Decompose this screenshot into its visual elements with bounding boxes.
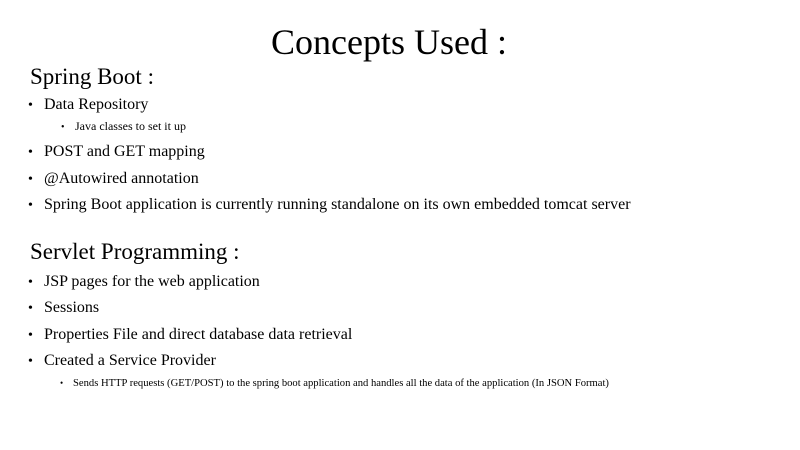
sub-list-item: • Sends HTTP requests (GET/POST) to the s… bbox=[60, 375, 609, 392]
bullet-icon: • bbox=[61, 122, 65, 133]
slide-title: Concepts Used : bbox=[271, 22, 507, 62]
sub-list-item-text: Java classes to set it up bbox=[75, 119, 186, 133]
bullet-icon: • bbox=[28, 145, 33, 160]
list-item: • Properties File and direct database dat… bbox=[28, 325, 352, 346]
list-item-text: @Autowired annotation bbox=[44, 170, 199, 187]
sub-list-item-text: Sends HTTP requests (GET/POST) to the sp… bbox=[73, 378, 609, 389]
bullet-icon: • bbox=[28, 328, 33, 343]
bullet-icon: • bbox=[28, 275, 33, 290]
list-item-text: Spring Boot application is currently run… bbox=[44, 196, 631, 213]
list-item-text: JSP pages for the web application bbox=[44, 273, 260, 290]
list-item-text: Created a Service Provider bbox=[44, 352, 216, 369]
bullet-icon: • bbox=[28, 98, 33, 113]
list-item: • Data Repository bbox=[28, 95, 148, 116]
bullet-icon: • bbox=[28, 198, 33, 213]
bullet-icon: • bbox=[28, 172, 33, 187]
list-item-text: Data Repository bbox=[44, 96, 149, 113]
section-heading-servlet-programming: Servlet Programming : bbox=[30, 239, 240, 264]
bullet-icon: • bbox=[28, 354, 33, 369]
slide: Concepts Used : Spring Boot : • Data Repo… bbox=[0, 0, 800, 450]
list-item-text: POST and GET mapping bbox=[44, 143, 205, 160]
bullet-icon: • bbox=[60, 378, 64, 388]
list-item: • POST and GET mapping bbox=[28, 142, 205, 163]
bullet-icon: • bbox=[28, 301, 33, 316]
section-heading-spring-boot: Spring Boot : bbox=[30, 64, 154, 89]
list-item: • JSP pages for the web application bbox=[28, 272, 260, 293]
list-item-text: Properties File and direct database data… bbox=[44, 326, 353, 343]
list-item: • Created a Service Provider bbox=[28, 351, 216, 372]
list-item: • @Autowired annotation bbox=[28, 169, 199, 190]
list-item: • Sessions bbox=[28, 298, 99, 319]
list-item: • Spring Boot application is currently ru… bbox=[28, 195, 631, 216]
list-item-text: Sessions bbox=[44, 299, 100, 316]
sub-list-item: • Java classes to set it up bbox=[61, 118, 186, 136]
